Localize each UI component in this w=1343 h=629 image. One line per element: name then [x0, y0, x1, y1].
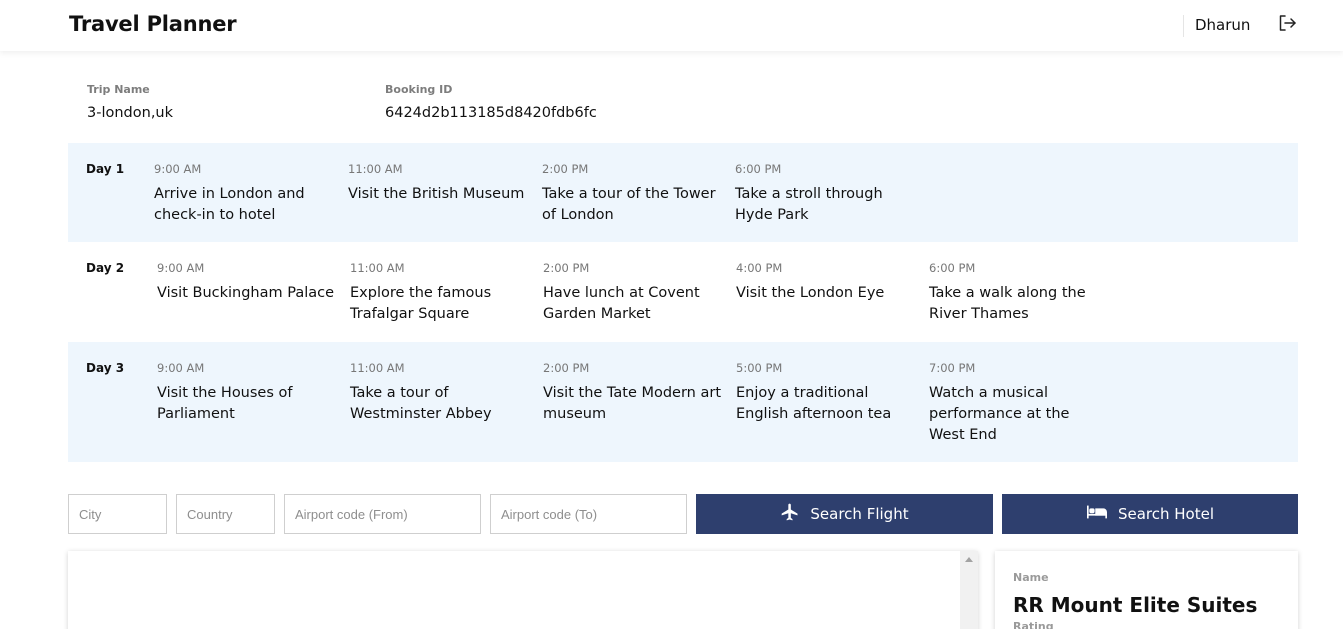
- search-hotel-button[interactable]: Search Hotel: [1002, 494, 1298, 534]
- activity-time: 6:00 PM: [735, 162, 782, 176]
- activity: 9:00 AM Arrive in London and check-in to…: [154, 162, 334, 226]
- activity: 6:00 PM Take a walk along the River Tham…: [929, 261, 1109, 325]
- trip-name-value: 3-london,uk: [87, 105, 174, 121]
- activity: 11:00 AM Take a tour of Westminster Abbe…: [350, 361, 530, 425]
- activity-time: 4:00 PM: [736, 261, 783, 275]
- airplane-icon: [780, 502, 800, 526]
- itinerary-day-2: Day 2 9:00 AM Visit Buckingham Palace 11…: [68, 242, 1298, 342]
- activity-time: 6:00 PM: [929, 261, 976, 275]
- activity-desc: Visit the London Eye: [736, 285, 885, 301]
- activity-desc: Have lunch at Covent Garden Market: [543, 285, 700, 322]
- country-input[interactable]: [176, 494, 275, 534]
- activity-time: 7:00 PM: [929, 361, 976, 375]
- activity: 4:00 PM Visit the London Eye: [736, 261, 916, 304]
- activity-desc: Arrive in London and check-in to hotel: [154, 186, 305, 223]
- activity: 11:00 AM Explore the famous Trafalgar Sq…: [350, 261, 530, 325]
- activity: 9:00 AM Visit Buckingham Palace: [157, 261, 337, 304]
- activity-desc: Watch a musical performance at the West …: [929, 385, 1070, 443]
- activity: 7:00 PM Watch a musical performance at t…: [929, 361, 1109, 446]
- activity-desc: Visit Buckingham Palace: [157, 285, 335, 301]
- activity-time: 9:00 AM: [157, 361, 205, 375]
- day-label: Day 1: [86, 162, 125, 176]
- hotel-name-label: Name: [1013, 571, 1049, 584]
- activity: 9:00 AM Visit the Houses of Parliament: [157, 361, 337, 425]
- activity-desc: Take a tour of Westminster Abbey: [350, 385, 492, 422]
- activity-time: 11:00 AM: [350, 261, 405, 275]
- activity-desc: Visit the Houses of Parliament: [157, 385, 293, 422]
- activity-desc: Take a stroll through Hyde Park: [735, 186, 883, 223]
- activity-time: 5:00 PM: [736, 361, 783, 375]
- activity: 11:00 AM Visit the British Museum: [348, 162, 528, 205]
- top-bar: Travel Planner Dharun: [0, 0, 1343, 51]
- day-label: Day 2: [86, 261, 125, 275]
- activity: 2:00 PM Visit the Tate Modern art museum: [543, 361, 723, 425]
- activity-time: 11:00 AM: [348, 162, 403, 176]
- search-hotel-label: Search Hotel: [1117, 505, 1215, 523]
- activity: 6:00 PM Take a stroll through Hyde Park: [735, 162, 915, 226]
- app-title: Travel Planner: [69, 12, 237, 36]
- hotel-card: Name RR Mount Elite Suites Rating: [995, 551, 1298, 629]
- itinerary-day-1: Day 1 9:00 AM Arrive in London and check…: [68, 143, 1298, 242]
- day-label: Day 3: [86, 361, 125, 375]
- city-input[interactable]: [68, 494, 167, 534]
- activity-desc: Visit the Tate Modern art museum: [543, 385, 722, 422]
- user-name[interactable]: Dharun: [1195, 16, 1250, 34]
- scroll-up-arrow-icon[interactable]: [965, 557, 973, 562]
- search-flight-label: Search Flight: [810, 505, 909, 523]
- airport-from-input[interactable]: [284, 494, 481, 534]
- activity-desc: Take a walk along the River Thames: [929, 285, 1086, 322]
- search-flight-button[interactable]: Search Flight: [696, 494, 993, 534]
- hotel-name-value: RR Mount Elite Suites: [1013, 593, 1258, 617]
- activity-desc: Enjoy a traditional English afternoon te…: [736, 385, 892, 422]
- bed-icon: [1086, 504, 1108, 524]
- activity-time: 2:00 PM: [543, 361, 590, 375]
- results-panel[interactable]: [68, 551, 978, 629]
- activity-time: 2:00 PM: [542, 162, 589, 176]
- activity: 2:00 PM Have lunch at Covent Garden Mark…: [543, 261, 723, 325]
- activity: 2:00 PM Take a tour of the Tower of Lond…: [542, 162, 722, 226]
- logout-icon[interactable]: [1277, 13, 1297, 33]
- activity: 5:00 PM Enjoy a traditional English afte…: [736, 361, 916, 425]
- activity-time: 2:00 PM: [543, 261, 590, 275]
- activity-desc: Take a tour of the Tower of London: [542, 186, 716, 223]
- activity-time: 9:00 AM: [157, 261, 205, 275]
- trip-name-label: Trip Name: [87, 83, 150, 96]
- hotel-rating-label: Rating: [1013, 620, 1054, 629]
- scrollbar[interactable]: [960, 551, 978, 629]
- booking-id-label: Booking ID: [385, 83, 453, 96]
- activity-desc: Explore the famous Trafalgar Square: [350, 285, 492, 322]
- header-divider: [1183, 15, 1184, 37]
- airport-to-input[interactable]: [490, 494, 687, 534]
- activity-time: 9:00 AM: [154, 162, 202, 176]
- activity-time: 11:00 AM: [350, 361, 405, 375]
- booking-id-value: 6424d2b113185d8420fdb6fc: [385, 105, 597, 121]
- itinerary-day-3: Day 3 9:00 AM Visit the Houses of Parlia…: [68, 342, 1298, 462]
- activity-desc: Visit the British Museum: [348, 186, 525, 202]
